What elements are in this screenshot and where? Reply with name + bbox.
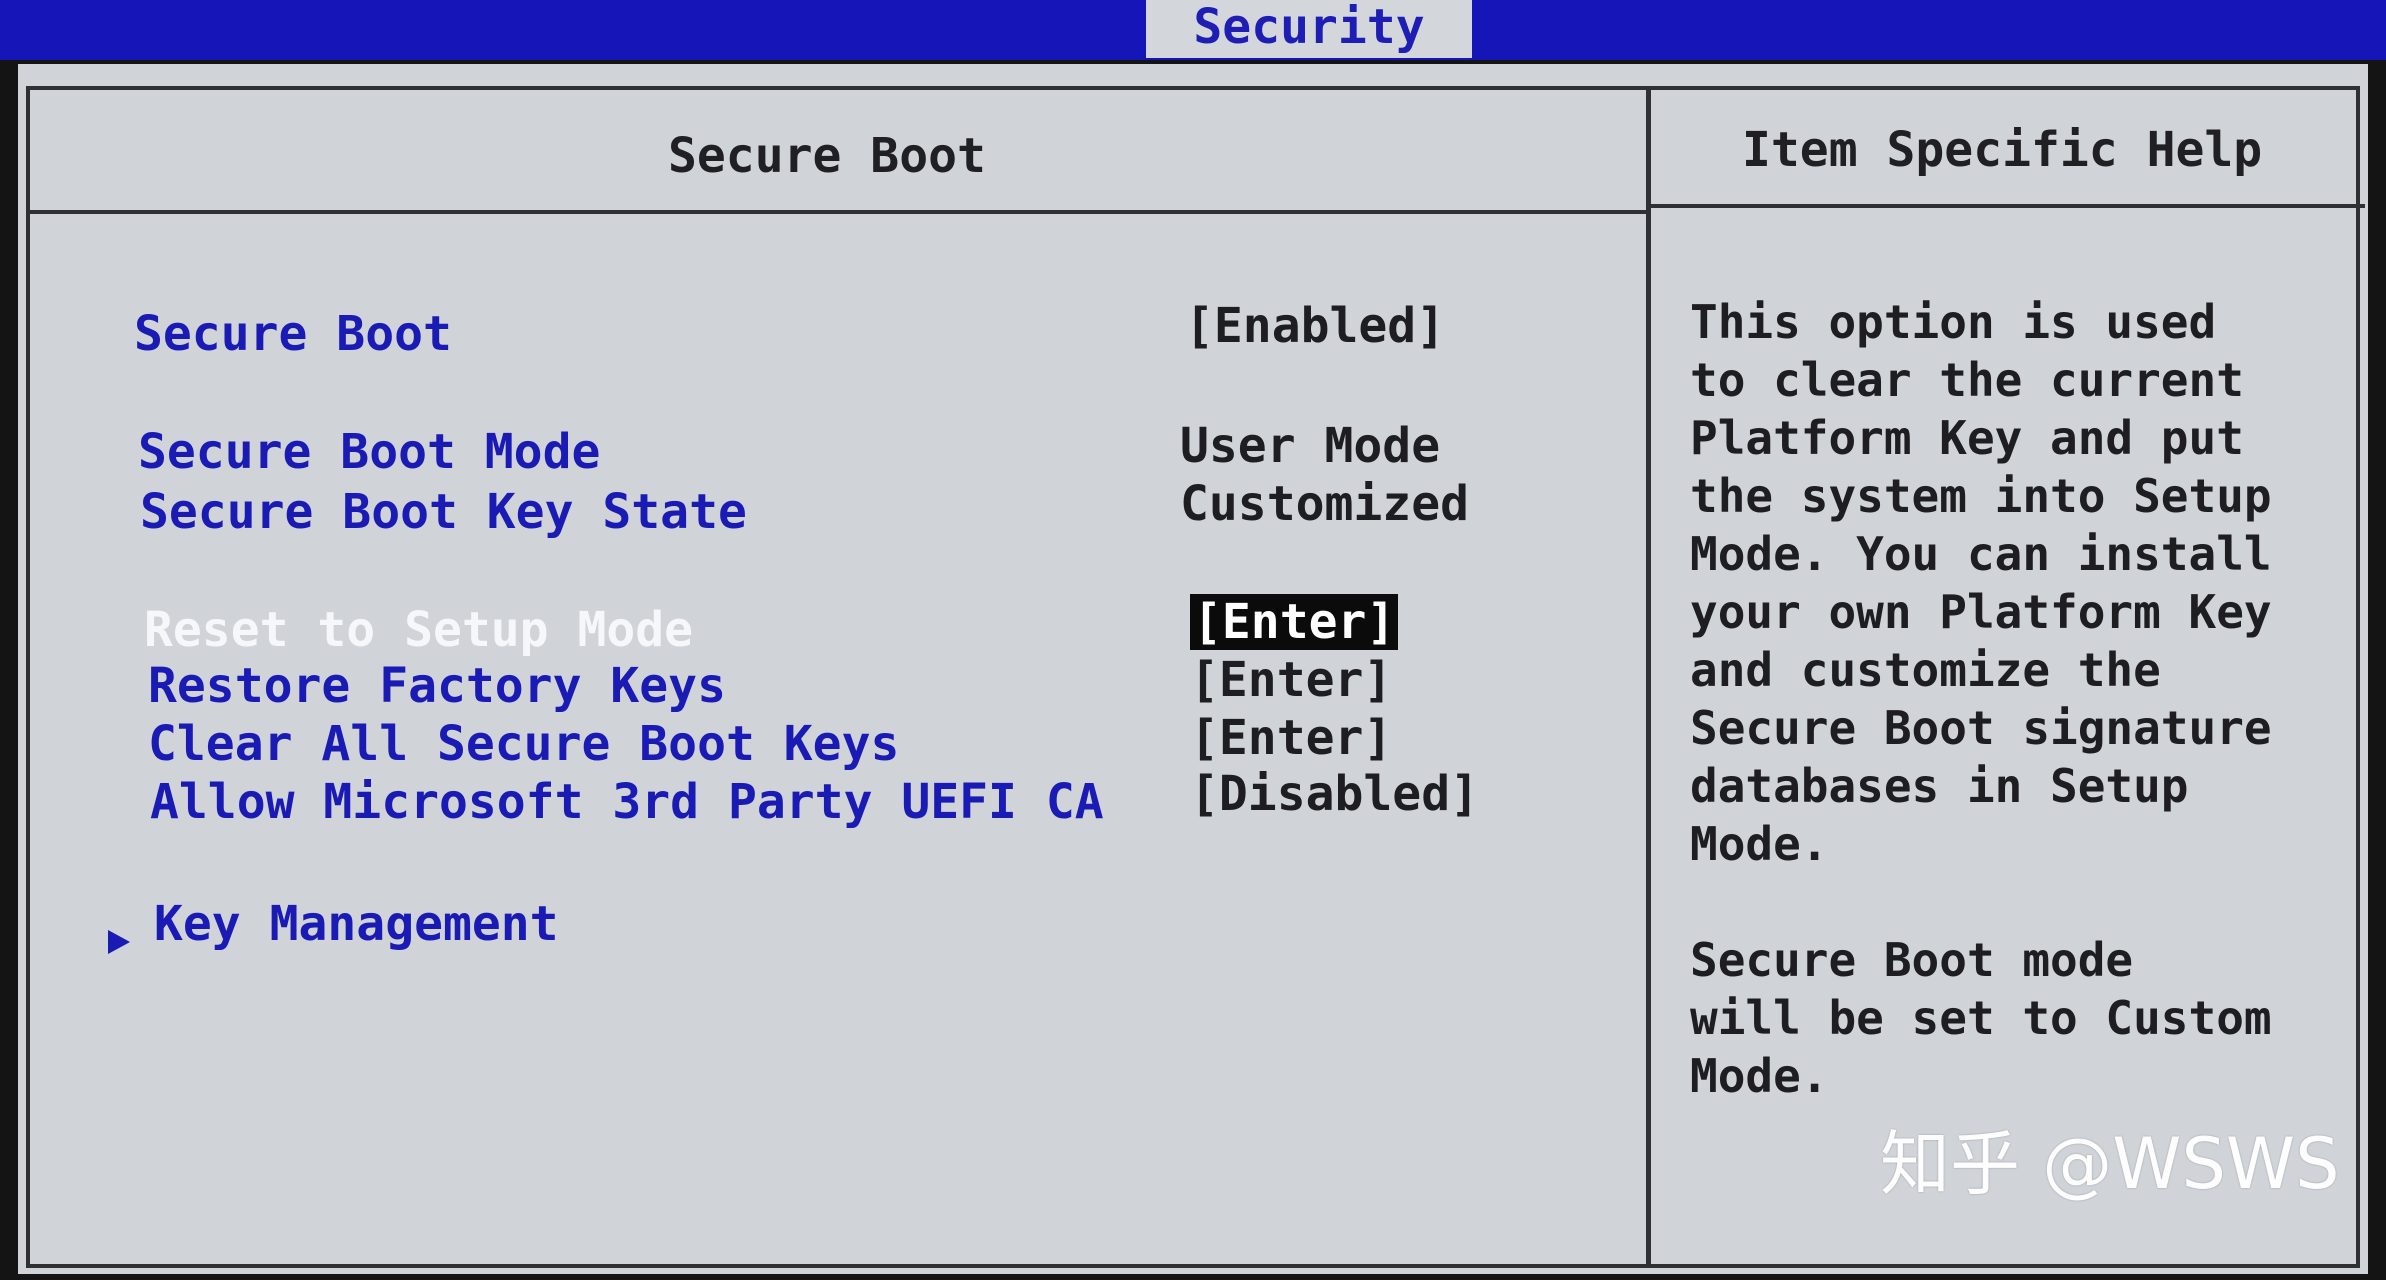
help-line-13: Mode.	[1690, 1049, 1829, 1103]
bios-screen: Secure Boot Item Specific Help Secure Bo…	[18, 64, 2368, 1274]
panel-divider-vertical	[1646, 90, 1651, 1264]
allow-microsoft-uefi-ca-item[interactable]: Allow Microsoft 3rd Party UEFI CA	[150, 774, 1104, 830]
left-panel-title: Secure Boot	[668, 128, 986, 184]
help-line-5: Mode. You can install	[1690, 527, 2272, 581]
help-line-10: Mode.	[1690, 817, 1829, 871]
secure-boot-mode-item: Secure Boot Mode	[138, 424, 601, 480]
clear-all-secure-boot-keys-item[interactable]: Clear All Secure Boot Keys	[148, 716, 899, 772]
help-line-3: Platform Key and put	[1690, 411, 2244, 465]
help-line-1: This option is used	[1690, 295, 2217, 349]
secure-boot-key-state-item: Secure Boot Key State	[140, 484, 747, 540]
restore-factory-keys-item[interactable]: Restore Factory Keys	[148, 658, 726, 714]
secure-boot-mode-value: User Mode	[1180, 418, 1441, 474]
clear-all-secure-boot-keys-value[interactable]: [Enter]	[1190, 710, 1392, 766]
bios-frame: Secure Boot Item Specific Help Secure Bo…	[26, 86, 2365, 1268]
help-line-11: Secure Boot mode	[1690, 933, 2134, 987]
secure-boot-item[interactable]: Secure Boot	[134, 306, 452, 362]
help-line-8: Secure Boot signature	[1690, 701, 2272, 755]
help-line-9: databases in Setup	[1690, 759, 2189, 813]
help-line-7: and customize the	[1690, 643, 2161, 697]
watermark-text: 知乎 @WSWS	[1880, 1123, 2340, 1205]
right-panel-title: Item Specific Help	[1742, 122, 2263, 178]
secure-boot-key-state-value: Customized	[1180, 476, 1469, 532]
restore-factory-keys-value[interactable]: [Enter]	[1190, 652, 1392, 708]
help-line-12: will be set to Custom	[1690, 991, 2272, 1045]
submenu-arrow-icon	[108, 930, 130, 954]
help-line-6: your own Platform Key	[1690, 585, 2272, 639]
help-line-4: the system into Setup	[1690, 469, 2272, 523]
secure-boot-value[interactable]: [Enabled]	[1185, 298, 1445, 354]
key-management-item[interactable]: Key Management	[154, 896, 559, 952]
tab-security[interactable]: Security	[1146, 0, 1472, 58]
right-header-divider	[1651, 204, 2365, 208]
reset-to-setup-mode-value[interactable]: [Enter]	[1190, 594, 1399, 650]
reset-to-setup-mode-item[interactable]: Reset to Setup Mode	[144, 602, 693, 658]
help-line-2: to clear the current	[1690, 353, 2244, 407]
left-header-divider	[30, 210, 1646, 214]
allow-microsoft-uefi-ca-value[interactable]: [Disabled]	[1190, 766, 1479, 822]
